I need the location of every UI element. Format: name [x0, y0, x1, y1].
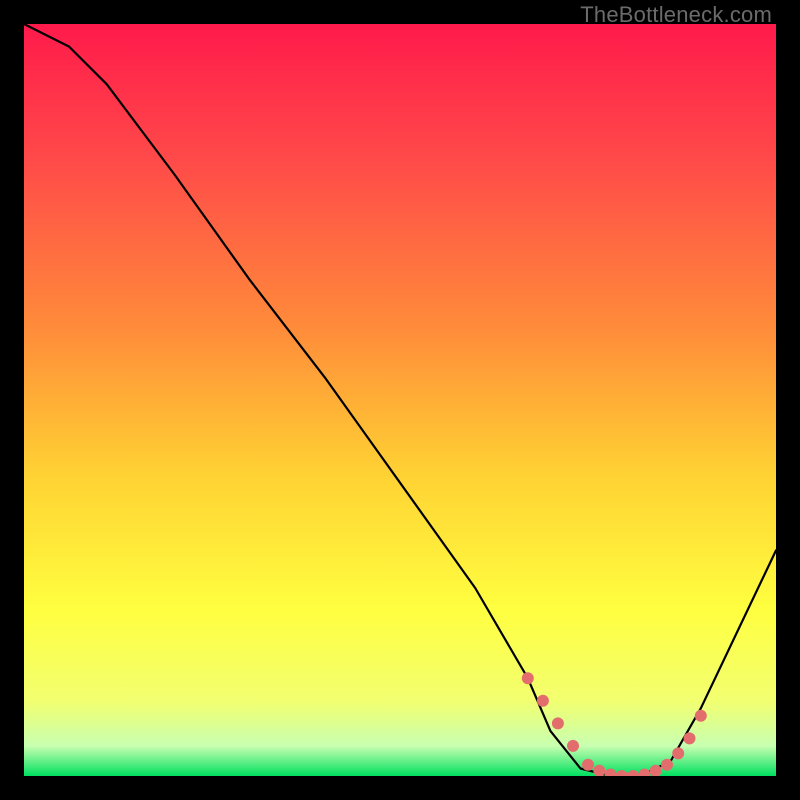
optimal-marker — [522, 672, 534, 684]
optimal-marker — [695, 710, 707, 722]
optimal-marker — [672, 747, 684, 759]
optimal-marker — [684, 732, 696, 744]
bottleneck-chart — [24, 24, 776, 776]
optimal-marker — [567, 740, 579, 752]
optimal-marker — [582, 759, 594, 771]
chart-frame — [24, 24, 776, 776]
optimal-marker — [661, 759, 673, 771]
optimal-marker — [537, 695, 549, 707]
optimal-marker — [552, 717, 564, 729]
chart-background — [24, 24, 776, 776]
